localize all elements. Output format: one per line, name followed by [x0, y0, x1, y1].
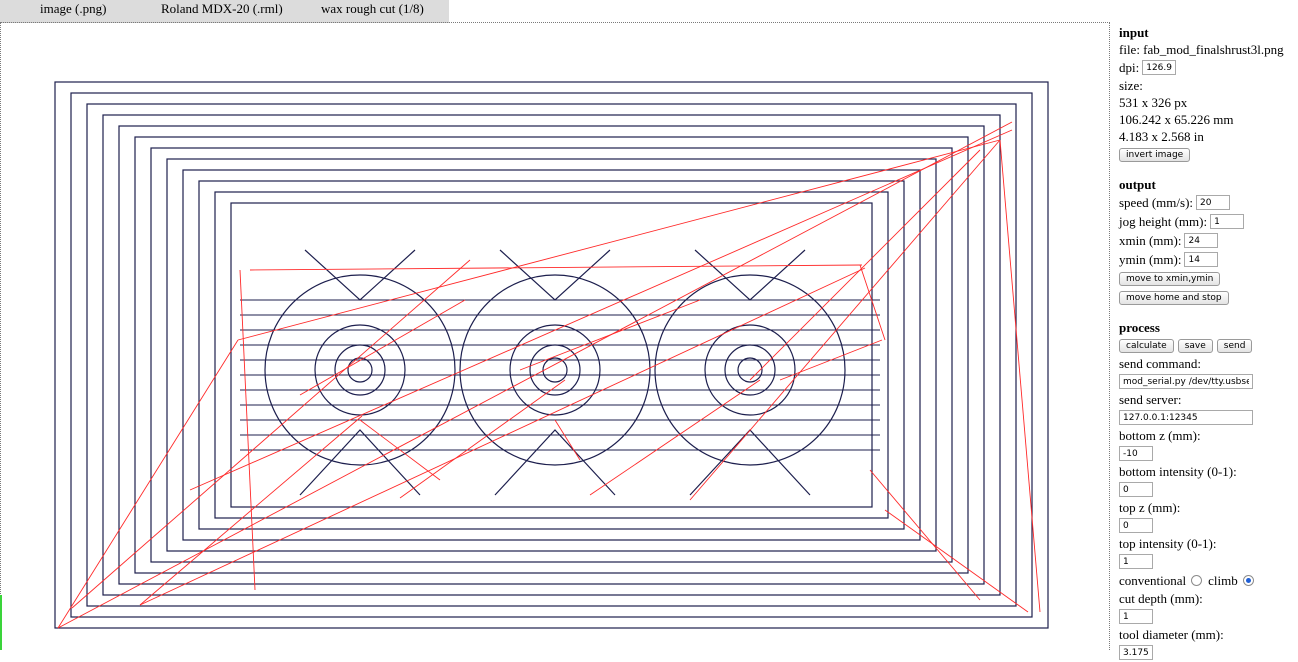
- jog-move-61: [519, 299, 701, 371]
- size-label: size:: [1119, 78, 1143, 93]
- contour-rect-6: [150, 147, 953, 563]
- pocket-ring-31: [654, 274, 846, 466]
- output-section-title: output: [1119, 177, 1156, 192]
- size-pixels: 531 x 326 px: [1119, 95, 1188, 110]
- conventional-radio[interactable]: [1191, 575, 1203, 586]
- input-file: file: fab_mod_finalshrust3l.png: [1119, 42, 1284, 57]
- send-server-label: send server:: [1119, 392, 1182, 407]
- tool-diameter-label: tool diameter (mm):: [1119, 627, 1224, 642]
- toolpath-view: [54, 81, 1049, 629]
- tool-diameter-input[interactable]: [1119, 645, 1153, 660]
- jog-move-51: [554, 419, 581, 461]
- jog-move-59: [999, 139, 1041, 613]
- input-section-title: input: [1119, 25, 1149, 40]
- ymin-input[interactable]: [1184, 252, 1219, 267]
- jog-move-42: [57, 339, 239, 629]
- jog-move-58: [884, 509, 1029, 613]
- bottom-intensity-label: bottom intensity (0-1):: [1119, 464, 1237, 479]
- pocket-ring-26: [347, 357, 373, 383]
- move-to-xmin-ymin-button[interactable]: move to xmin,ymin: [1119, 271, 1221, 286]
- jog-move-48: [249, 264, 863, 271]
- pocket-ring-34: [737, 357, 763, 383]
- jog-move-57: [869, 469, 981, 601]
- pocket-ring-25: [334, 344, 386, 396]
- top-intensity-input[interactable]: [1119, 554, 1153, 569]
- jog-move-53: [689, 139, 1001, 501]
- cut-depth-input[interactable]: [1119, 609, 1153, 624]
- process-section-title: process: [1119, 320, 1160, 335]
- size-millimeters: 106.242 x 65.226 mm: [1119, 112, 1234, 127]
- top-intensity-label: top intensity (0-1):: [1119, 536, 1217, 551]
- contour-rect-9: [198, 180, 905, 530]
- pocket-ring-23: [264, 274, 456, 466]
- pocket-ring-27: [459, 274, 651, 466]
- contour-rect-4: [118, 125, 985, 585]
- contour-rect-2: [86, 103, 1017, 607]
- chevron-bottom-38: [494, 429, 616, 496]
- jog-move-52: [589, 379, 761, 496]
- bottom-z-label: bottom z (mm):: [1119, 428, 1201, 443]
- jog-move-54: [749, 149, 981, 381]
- pocket-ring-33: [724, 344, 776, 396]
- jog-move-60: [239, 269, 256, 591]
- move-home-and-stop-button[interactable]: move home and stop: [1119, 290, 1229, 305]
- conventional-label: conventional: [1119, 573, 1187, 588]
- save-button[interactable]: save: [1177, 338, 1213, 353]
- send-button[interactable]: send: [1216, 338, 1253, 353]
- pocket-ring-28: [509, 324, 601, 416]
- invert-image-button[interactable]: invert image: [1119, 147, 1191, 162]
- size-inches: 4.183 x 2.568 in: [1119, 129, 1204, 144]
- contour-rect-7: [166, 158, 937, 552]
- speed-input[interactable]: [1196, 195, 1231, 210]
- send-command-input[interactable]: [1119, 374, 1253, 389]
- bottom-intensity-input[interactable]: [1119, 482, 1153, 497]
- bottom-z-input[interactable]: [1119, 446, 1153, 461]
- climb-radio[interactable]: [1242, 575, 1254, 586]
- jog-height-input[interactable]: [1210, 214, 1245, 229]
- send-command-label: send command:: [1119, 356, 1201, 371]
- climb-label: climb: [1208, 573, 1238, 588]
- top-z-input[interactable]: [1119, 518, 1153, 533]
- speed-label: speed (mm/s):: [1119, 195, 1194, 210]
- xmin-label: xmin (mm):: [1119, 233, 1182, 248]
- dpi-input[interactable]: [1142, 60, 1177, 75]
- pocket-ring-30: [542, 357, 568, 383]
- top-z-label: top z (mm):: [1119, 500, 1181, 515]
- chevron-bottom-40: [689, 429, 811, 496]
- jog-move-46: [189, 129, 1013, 491]
- contour-rect-8: [182, 169, 921, 541]
- ymin-label: ymin (mm):: [1119, 252, 1182, 267]
- settings-panel: input file: fab_mod_finalshrust3l.png dp…: [1119, 22, 1298, 660]
- xmin-input[interactable]: [1184, 233, 1219, 248]
- cut-depth-label: cut depth (mm):: [1119, 591, 1203, 606]
- send-server-input[interactable]: [1119, 410, 1253, 425]
- calculate-button[interactable]: calculate: [1119, 338, 1174, 353]
- jog-height-label: jog height (mm):: [1119, 214, 1208, 229]
- contour-rect-0: [54, 81, 1049, 629]
- contour-rect-3: [102, 114, 1001, 596]
- chevron-bottom-36: [299, 429, 421, 496]
- pocket-ring-32: [704, 324, 796, 416]
- jog-move-43: [71, 259, 471, 609]
- dpi-label: dpi:: [1119, 60, 1140, 75]
